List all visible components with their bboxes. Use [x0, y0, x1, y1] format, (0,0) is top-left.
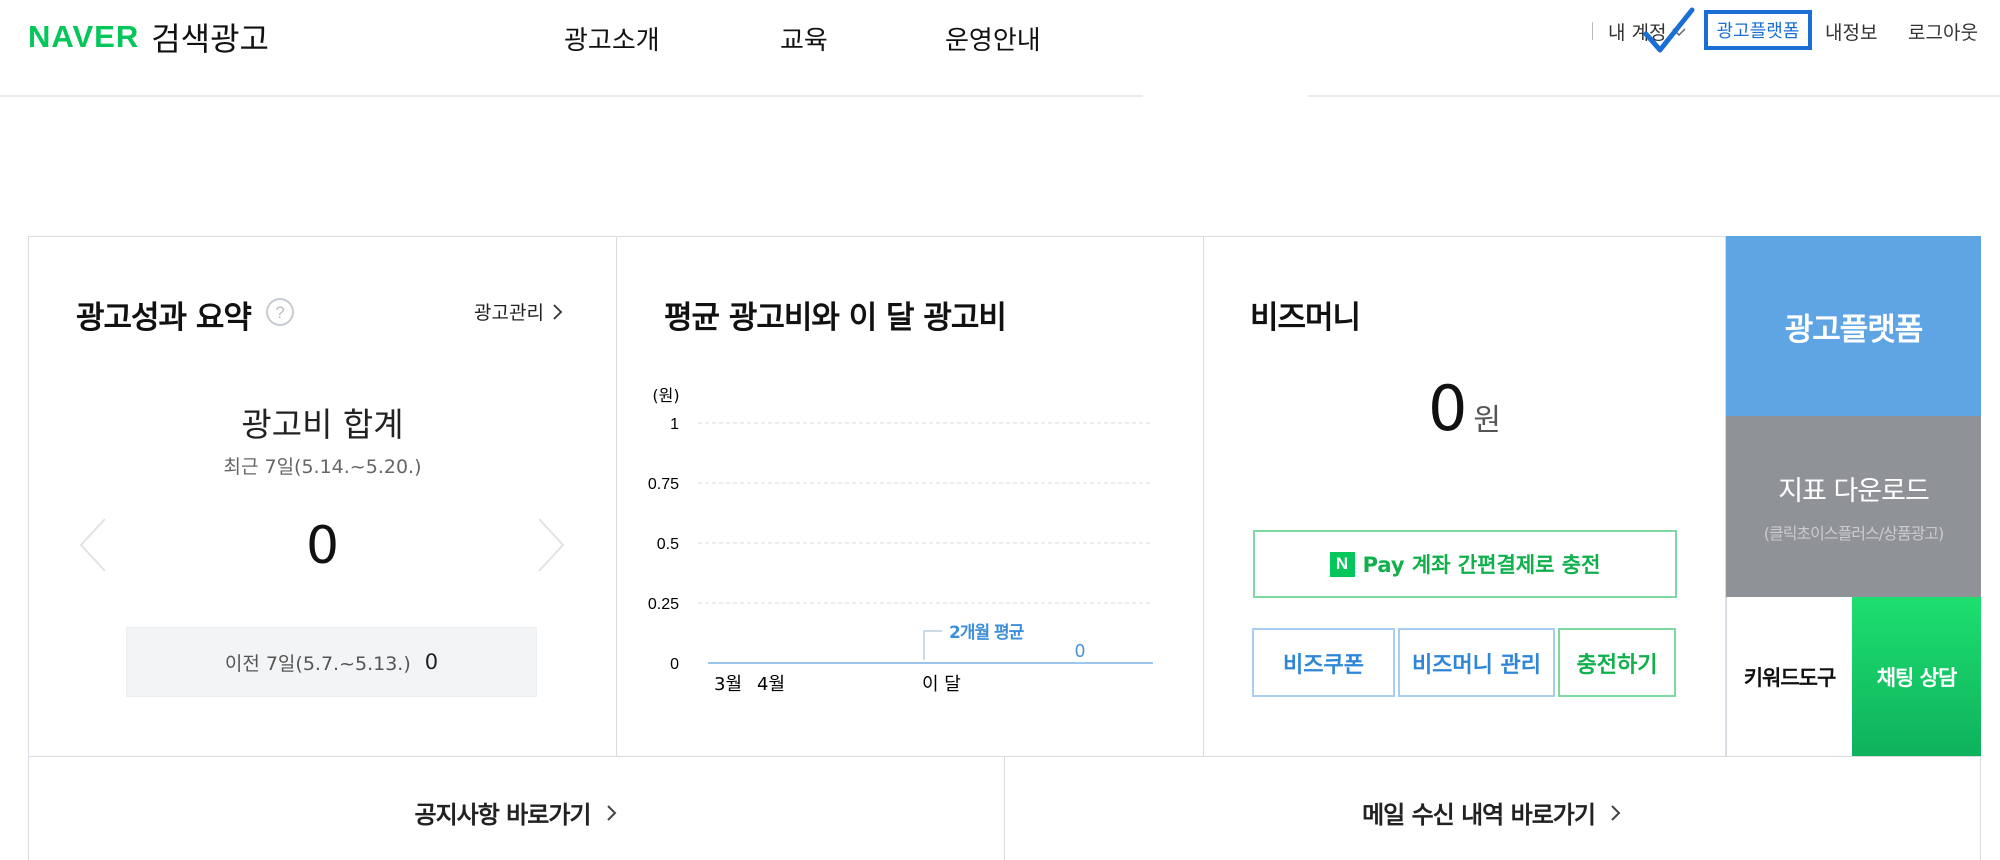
npay-charge-label: Pay 계좌 간편결제로 충전	[1362, 553, 1601, 577]
metrics-download-tile[interactable]: 지표 다운로드 (클릭초이스플러스/상품광고)	[1726, 416, 1981, 597]
mail-history-link[interactable]: 메일 수신 내역 바로가기	[1004, 795, 1981, 830]
chart-y-ticks: 1 0.75 0.5 0.25 0	[648, 416, 679, 673]
previous-period-box: 이전 7일(5.7.~5.13.) 0	[126, 627, 537, 697]
bizmoney-balance: 0 원	[1203, 372, 1726, 445]
chat-consult-tile[interactable]: 채팅 상담	[1852, 597, 1981, 757]
summary-period: 최근 7일(5.14.~5.20.)	[223, 456, 422, 478]
chevron-right-icon	[606, 804, 616, 821]
npay-icon: N	[1329, 551, 1355, 577]
chat-consult-label: 채팅 상담	[1876, 666, 1958, 690]
y-tick-label: 0	[670, 656, 679, 673]
avg-callout-label: 2개월 평균	[949, 623, 1025, 643]
metrics-download-sublabel: (클릭초이스플러스/상품광고)	[1763, 524, 1945, 543]
bizmoney-title: 비즈머니	[1250, 300, 1361, 336]
ad-platform-tile-label: 광고플랫폼	[1784, 311, 1924, 348]
chart-title: 평균 광고비와 이 달 광고비	[664, 300, 1007, 336]
logout-link[interactable]: 로그아웃	[1908, 18, 1978, 45]
y-tick-label: 0.75	[648, 476, 679, 493]
util-divider	[1592, 22, 1593, 40]
ad-management-label: 광고관리	[474, 302, 544, 324]
x-tick-label: 3월	[714, 674, 742, 695]
header-gap	[1143, 93, 1308, 99]
chevron-right-icon	[553, 303, 563, 320]
help-icon[interactable]: ?	[264, 296, 296, 328]
chart-x-ticks: 3월 4월 이 달	[714, 674, 961, 695]
bizmoney-amount: 0	[1427, 372, 1468, 445]
check-mark-icon	[1643, 7, 1695, 53]
nav-operation-guide[interactable]: 운영안내	[945, 20, 1041, 57]
summary-title: 광고성과 요약	[76, 300, 252, 336]
ad-platform-link[interactable]: 광고플랫폼	[1704, 10, 1812, 50]
keyword-tool-label: 키워드도구	[1743, 665, 1837, 690]
metrics-download-label: 지표 다운로드	[1778, 476, 1930, 507]
y-tick-label: 0.5	[657, 536, 679, 553]
charge-button[interactable]: 충전하기	[1558, 628, 1676, 697]
y-axis-unit: (원)	[652, 386, 679, 405]
npay-charge-button[interactable]: N Pay 계좌 간편결제로 충전	[1253, 530, 1677, 598]
previous-period-value: 0	[424, 650, 439, 674]
svg-text:?: ?	[275, 303, 284, 322]
naver-searchad-logo[interactable]: NAVER 검색광고	[28, 17, 269, 58]
nav-education[interactable]: 교육	[780, 20, 828, 57]
avg-callout-line	[923, 630, 942, 660]
mail-history-label: 메일 수신 내역 바로가기	[1362, 801, 1596, 829]
notice-link-label: 공지사항 바로가기	[414, 801, 592, 829]
current-month-value: 0	[1075, 641, 1085, 661]
ad-platform-tile[interactable]: 광고플랫폼	[1726, 236, 1981, 416]
service-name: 검색광고	[151, 20, 269, 58]
average-cost-chart: (원) 1 0.75 0.5 0.25 0 2개월 평균 0 3월 4월 이 달	[648, 386, 1153, 695]
notice-link[interactable]: 공지사항 바로가기	[28, 795, 1005, 830]
bizmoney-manage-button[interactable]: 비즈머니 관리	[1398, 628, 1555, 697]
chevron-right-icon	[1611, 804, 1621, 821]
bizmoney-unit: 원	[1473, 403, 1502, 438]
chart-gridlines	[698, 422, 1153, 604]
keyword-tool-tile[interactable]: 키워드도구	[1726, 597, 1852, 757]
ad-cost-total-title: 광고비 합계	[241, 405, 404, 444]
x-tick-label: 이 달	[922, 674, 961, 695]
ad-management-link[interactable]: 광고관리	[474, 298, 564, 325]
y-tick-label: 1	[670, 416, 679, 433]
y-tick-label: 0.25	[648, 596, 679, 613]
previous-period-label: 이전 7일(5.7.~5.13.)	[224, 652, 411, 675]
summary-value: 0	[305, 516, 340, 576]
nav-ad-intro[interactable]: 광고소개	[564, 20, 660, 57]
x-tick-label: 4월	[757, 674, 785, 695]
naver-logo: NAVER	[28, 19, 140, 54]
bizcoupon-button[interactable]: 비즈쿠폰	[1252, 628, 1395, 697]
my-info-link[interactable]: 내정보	[1825, 18, 1877, 45]
